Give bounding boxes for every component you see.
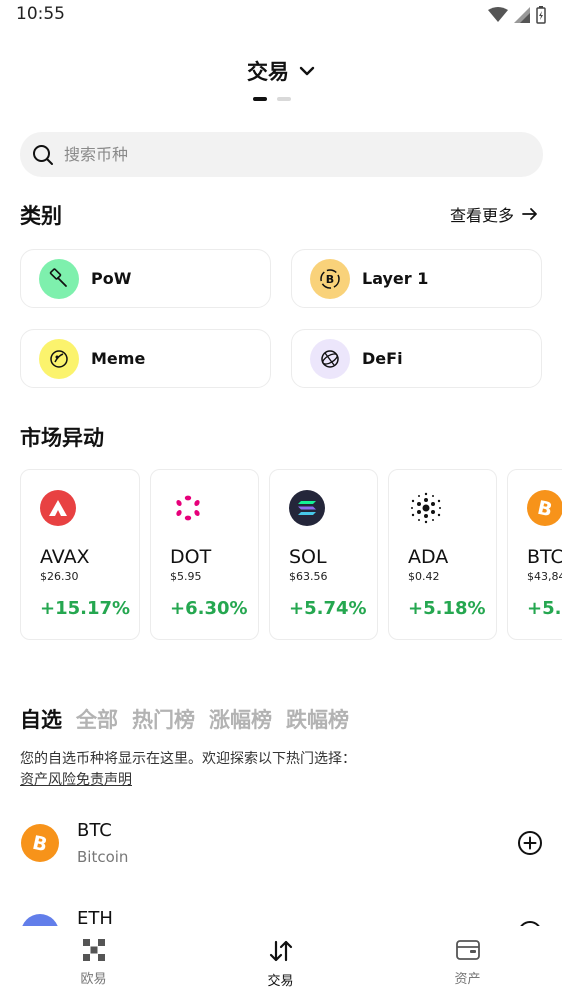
category-card-layer1[interactable]: B Layer 1 [291, 249, 542, 308]
signal-icon [514, 7, 530, 23]
svg-text:B: B [535, 497, 554, 519]
list-item[interactable]: B BTC Bitcoin [20, 820, 543, 880]
add-circle-icon[interactable] [517, 830, 543, 856]
page-indicator [253, 97, 291, 101]
status-bar: 10:55 [0, 0, 562, 28]
wallet-icon [455, 940, 480, 960]
solana-icon [289, 490, 325, 526]
tab-watchlist[interactable]: 自选 [20, 704, 62, 734]
coin-change: +5.1 [527, 598, 562, 619]
coin-symbol: SOL [289, 546, 327, 568]
nav-item-assets[interactable]: 资产 [374, 926, 561, 1000]
cardano-icon [408, 490, 444, 526]
tab-losers[interactable]: 跌幅榜 [286, 704, 349, 734]
coin-price: $0.42 [408, 570, 440, 583]
svg-text:B: B [326, 273, 334, 286]
search-bar[interactable] [20, 132, 543, 177]
category-label: Meme [91, 349, 146, 368]
coin-change: +15.17% [40, 598, 131, 619]
trade-arrows-icon [269, 940, 292, 962]
see-more-label: 查看更多 [449, 206, 514, 225]
planet-icon [39, 338, 79, 379]
tab-hot[interactable]: 热门榜 [132, 704, 195, 734]
search-icon [33, 144, 53, 165]
bitcoin-layer-icon: B [310, 258, 350, 299]
market-card-ada[interactable]: ADA $0.42 +5.18% [388, 469, 497, 640]
market-movers-carousel[interactable]: AVAX $26.30 +15.17% DOT $5.95 +6.30% SOL… [20, 469, 562, 641]
watchlist-hint: 您的自选币种将显示在这里。欢迎探索以下热门选择： [20, 751, 356, 767]
coin-symbol: ADA [408, 546, 449, 568]
battery-icon [536, 6, 546, 24]
coin-symbol: DOT [170, 546, 212, 568]
nav-item-okx[interactable]: 欧易 [0, 926, 187, 1000]
coin-change: +5.18% [408, 598, 486, 619]
globe-icon [310, 338, 350, 379]
categories-title: 类别 [20, 204, 62, 228]
market-card-dot[interactable]: DOT $5.95 +6.30% [150, 469, 259, 640]
tab-all[interactable]: 全部 [76, 704, 118, 734]
coin-symbol: BTC [527, 546, 562, 568]
coin-price: $43,84 [527, 570, 562, 583]
category-card-defi[interactable]: DeFi [291, 329, 542, 388]
market-card-sol[interactable]: SOL $63.56 +5.74% [269, 469, 378, 640]
hammer-icon [39, 258, 79, 299]
asset-symbol: ETH [77, 908, 113, 926]
page-dot-active [253, 97, 267, 101]
ethereum-icon [21, 914, 59, 926]
asset-symbol: BTC [77, 820, 112, 841]
search-input[interactable] [64, 145, 464, 164]
page-title: 交易 [247, 60, 289, 84]
coin-symbol: AVAX [40, 546, 90, 568]
bitcoin-icon: B [527, 490, 562, 526]
watchlist-tabs: 自选 全部 热门榜 涨幅榜 跌幅榜 [20, 704, 349, 734]
nav-label: 资产 [454, 972, 481, 987]
coin-change: +6.30% [170, 598, 248, 619]
chevron-down-icon [299, 66, 315, 76]
okx-logo-icon [82, 939, 105, 961]
bitcoin-icon: B [21, 824, 59, 862]
coin-price: $5.95 [170, 570, 202, 583]
coin-change: +5.74% [289, 598, 367, 619]
market-movers-title: 市场异动 [20, 426, 104, 450]
market-card-btc[interactable]: B BTC $43,84 +5.1 [507, 469, 562, 640]
arrow-right-icon [522, 208, 537, 220]
coin-price: $26.30 [40, 570, 79, 583]
page-dot [277, 97, 291, 101]
see-more-link[interactable]: 查看更多 [450, 202, 538, 226]
avax-icon [40, 490, 76, 526]
category-card-pow[interactable]: PoW [20, 249, 271, 308]
nav-item-trade[interactable]: 交易 [187, 926, 374, 1000]
coin-price: $63.56 [289, 570, 328, 583]
svg-text:B: B [30, 832, 49, 854]
nav-label: 交易 [267, 974, 294, 989]
bottom-nav: 欧易 交易 资产 [0, 926, 562, 1000]
tab-gainers[interactable]: 涨幅榜 [209, 704, 272, 734]
status-time: 10:55 [16, 4, 65, 24]
category-label: DeFi [362, 349, 403, 368]
market-card-avax[interactable]: AVAX $26.30 +15.17% [20, 469, 140, 640]
asset-name: Bitcoin [77, 848, 129, 866]
nav-label: 欧易 [80, 972, 107, 987]
polkadot-icon [170, 490, 206, 526]
list-item[interactable]: ETH [20, 908, 543, 926]
risk-disclaimer-link[interactable]: 资产风险免责声明 [20, 769, 132, 789]
category-label: Layer 1 [362, 269, 429, 288]
trade-mode-selector[interactable]: 交易 [0, 56, 562, 86]
wifi-icon [488, 7, 508, 22]
category-card-meme[interactable]: Meme [20, 329, 271, 388]
category-label: PoW [91, 269, 132, 288]
status-icons [488, 6, 546, 24]
